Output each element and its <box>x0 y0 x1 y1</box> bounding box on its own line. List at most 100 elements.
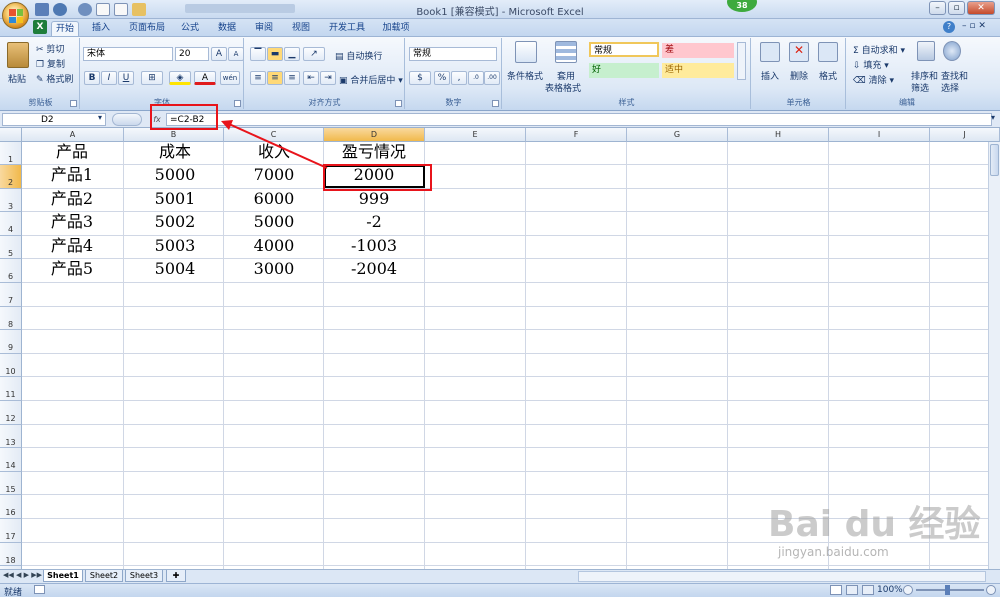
close-button[interactable]: ✕ <box>967 1 995 15</box>
paste-icon[interactable] <box>7 42 29 68</box>
tab-formulas[interactable]: 公式 <box>176 21 204 36</box>
cell-D4[interactable]: -2 <box>314 211 434 233</box>
column-header-E[interactable]: E <box>425 128 526 142</box>
paste-label[interactable]: 粘贴 <box>8 72 26 85</box>
cut-button[interactable]: ✂ 剪切 <box>36 42 64 55</box>
number-launcher-icon[interactable] <box>492 100 499 107</box>
vertical-scroll-thumb[interactable] <box>990 144 999 176</box>
name-box[interactable]: D2 <box>2 113 106 126</box>
column-header-H[interactable]: H <box>728 128 829 142</box>
cell-A1[interactable]: 产品 <box>12 141 132 163</box>
align-bottom-icon[interactable]: ▁ <box>284 47 300 61</box>
conditional-format-button[interactable]: 条件格式 <box>507 69 543 82</box>
font-name-select[interactable]: 宋体 <box>83 47 173 61</box>
find-select-icon[interactable] <box>943 41 961 61</box>
style-normal[interactable]: 常规 <box>589 42 659 57</box>
underline-button[interactable]: U <box>118 71 134 85</box>
office-button[interactable] <box>2 2 29 29</box>
row-header-15[interactable]: 15 <box>0 471 22 496</box>
decrease-decimal-icon[interactable]: .00 <box>484 71 500 85</box>
sort-filter-icon[interactable] <box>917 41 935 61</box>
page-layout-view-icon[interactable] <box>846 585 858 595</box>
column-header-J[interactable]: J <box>930 128 1000 142</box>
tab-view[interactable]: 视图 <box>287 21 315 36</box>
select-all-corner[interactable] <box>0 128 22 142</box>
zoom-in-icon[interactable] <box>986 585 996 595</box>
font-color-icon[interactable]: A <box>194 71 216 85</box>
sheet-tab-3[interactable]: Sheet3 <box>125 570 163 582</box>
row-header-14[interactable]: 14 <box>0 448 22 472</box>
align-center-icon[interactable]: ≡ <box>267 71 283 85</box>
cell-A2[interactable]: 产品1 <box>12 164 132 186</box>
row-header-11[interactable]: 11 <box>0 377 22 401</box>
styles-scroll-icon[interactable] <box>737 42 746 80</box>
delete-cells-icon[interactable]: ✕ <box>789 42 809 62</box>
phonetic-button[interactable]: wén <box>220 71 240 85</box>
page-break-view-icon[interactable] <box>862 585 874 595</box>
italic-button[interactable]: I <box>101 71 117 85</box>
font-launcher-icon[interactable] <box>234 100 241 107</box>
column-header-D[interactable]: D <box>324 128 425 142</box>
zoom-out-icon[interactable] <box>903 585 913 595</box>
sheet-tab-2[interactable]: Sheet2 <box>85 570 123 582</box>
align-middle-icon[interactable]: ▬ <box>267 47 283 61</box>
style-bad[interactable]: 差 <box>662 43 734 58</box>
cell-D5[interactable]: -1003 <box>314 235 434 257</box>
fill-button[interactable]: ⇩ 填充 ▾ <box>853 58 889 71</box>
cell-A4[interactable]: 产品3 <box>12 211 132 233</box>
copy-button[interactable]: ❐ 复制 <box>36 57 65 70</box>
column-header-B[interactable]: B <box>124 128 224 142</box>
wrap-text-button[interactable]: ▤ 自动换行 <box>335 49 382 62</box>
insert-cells-button[interactable]: 插入 <box>761 69 779 82</box>
clipboard-launcher-icon[interactable] <box>70 100 77 107</box>
font-size-select[interactable]: 20 <box>175 47 209 61</box>
name-box-dropdown-icon[interactable]: ▾ <box>98 113 102 122</box>
column-header-F[interactable]: F <box>526 128 627 142</box>
row-header-12[interactable]: 12 <box>0 401 22 425</box>
cell-A3[interactable]: 产品2 <box>12 188 132 210</box>
restore-button[interactable]: ▫ <box>948 1 965 15</box>
tab-review[interactable]: 审阅 <box>250 21 278 36</box>
row-header-16[interactable]: 16 <box>0 495 22 519</box>
delete-cells-button[interactable]: 删除 <box>790 69 808 82</box>
shrink-font-button[interactable]: A <box>228 47 244 61</box>
borders-icon[interactable]: ⊞ <box>141 71 163 85</box>
formula-bar-expand-icon[interactable] <box>112 113 142 126</box>
find-select-label2[interactable]: 选择 <box>941 81 959 94</box>
row-header-7[interactable]: 7 <box>0 283 22 307</box>
align-left-icon[interactable]: ≡ <box>250 71 266 85</box>
format-as-table-label2[interactable]: 表格格式 <box>545 81 581 94</box>
fill-color-icon[interactable]: ◈ <box>169 71 191 85</box>
increase-decimal-icon[interactable]: .0 <box>468 71 484 85</box>
sheet-nav-icons[interactable]: ◀◀ ◀ ▶ ▶▶ <box>3 571 42 579</box>
row-header-18[interactable]: 18 <box>0 542 22 567</box>
align-right-icon[interactable]: ≡ <box>284 71 300 85</box>
ribbon-window-controls[interactable]: – ▫ ✕ <box>962 21 986 31</box>
clear-button[interactable]: ⌫ 清除 ▾ <box>853 73 894 86</box>
conditional-format-icon[interactable] <box>515 41 537 63</box>
tab-home[interactable]: 开始 <box>51 21 79 36</box>
tab-data[interactable]: 数据 <box>213 21 241 36</box>
grow-font-button[interactable]: A <box>211 47 227 61</box>
formula-bar-expand-down-icon[interactable]: ▾ <box>991 113 995 122</box>
alignment-launcher-icon[interactable] <box>395 100 402 107</box>
row-header-8[interactable]: 8 <box>0 306 22 331</box>
format-painter-button[interactable]: ✎ 格式刷 <box>36 72 73 85</box>
align-top-icon[interactable]: ▔ <box>250 47 266 61</box>
tab-page-layout[interactable]: 页面布局 <box>124 21 170 36</box>
bold-button[interactable]: B <box>84 71 100 85</box>
tab-insert[interactable]: 插入 <box>87 21 115 36</box>
column-header-I[interactable]: I <box>829 128 930 142</box>
zoom-slider-thumb[interactable] <box>945 585 950 595</box>
macro-record-icon[interactable] <box>34 585 45 594</box>
comma-button[interactable]: , <box>451 71 467 85</box>
tab-developer[interactable]: 开发工具 <box>324 21 370 36</box>
format-as-table-icon[interactable] <box>555 41 577 63</box>
cell-D6[interactable]: -2004 <box>314 258 434 280</box>
percent-button[interactable]: % <box>434 71 450 85</box>
format-cells-button[interactable]: 格式 <box>819 69 837 82</box>
row-header-10[interactable]: 10 <box>0 353 22 378</box>
orientation-icon[interactable]: ↗ <box>303 47 325 61</box>
normal-view-icon[interactable] <box>830 585 842 595</box>
decrease-indent-icon[interactable]: ⇤ <box>303 71 319 85</box>
